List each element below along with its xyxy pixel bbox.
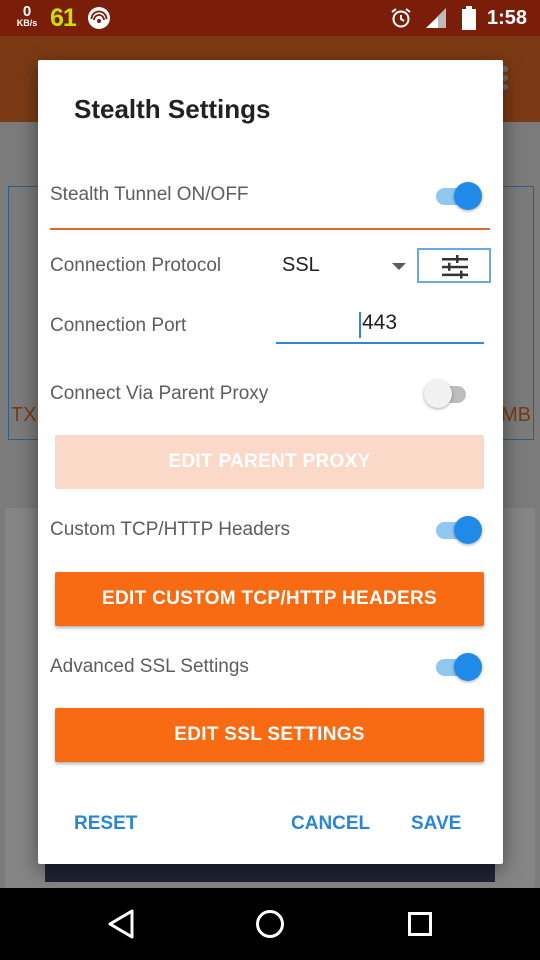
switch-thumb — [424, 380, 452, 408]
section-divider — [50, 228, 490, 230]
home-icon[interactable] — [256, 910, 284, 938]
connection-port-value: 443 — [362, 311, 398, 334]
battery-icon — [462, 6, 476, 30]
chevron-down-icon[interactable] — [392, 263, 406, 270]
edit-custom-headers-button[interactable]: EDIT CUSTOM TCP/HTTP HEADERS — [55, 572, 484, 626]
custom-headers-switch[interactable] — [434, 515, 484, 545]
edit-ssl-settings-button[interactable]: EDIT SSL SETTINGS — [55, 708, 484, 762]
back-icon[interactable] — [106, 908, 136, 940]
reset-button[interactable]: RESET — [74, 813, 137, 835]
switch-thumb — [454, 182, 482, 210]
network-speed-unit: KB/s — [16, 18, 38, 28]
stealth-tunnel-label: Stealth Tunnel ON/OFF — [50, 184, 249, 205]
background-tx-label: TX — [11, 404, 37, 426]
notification-count: 61 — [50, 4, 77, 32]
alarm-icon — [390, 7, 412, 29]
background-mb-label: MB — [501, 404, 531, 426]
cancel-button[interactable]: CANCEL — [291, 813, 370, 835]
status-bar: 0 KB/s 61 1:58 — [0, 0, 540, 36]
dialog-title: Stealth Settings — [74, 94, 271, 124]
connection-port-input[interactable]: 443 — [276, 310, 484, 344]
parent-proxy-switch[interactable] — [424, 379, 474, 409]
tune-icon — [442, 255, 468, 279]
clock: 1:58 — [487, 7, 528, 29]
switch-thumb — [454, 653, 482, 681]
overflow-menu-icon — [502, 66, 510, 92]
signal-icon — [424, 7, 448, 29]
protocol-select[interactable]: SSL — [282, 254, 320, 277]
save-button[interactable]: SAVE — [411, 813, 461, 835]
edit-parent-proxy-button[interactable]: EDIT PARENT PROXY — [55, 435, 484, 489]
parent-proxy-label: Connect Via Parent Proxy — [50, 383, 269, 404]
stealth-tunnel-switch[interactable] — [434, 181, 484, 211]
custom-headers-label: Custom TCP/HTTP Headers — [50, 519, 291, 540]
connection-protocol-label: Connection Protocol — [50, 255, 222, 276]
advanced-ssl-switch[interactable] — [434, 652, 484, 682]
stealth-settings-dialog: Stealth Settings Stealth Tunnel ON/OFF C… — [38, 60, 503, 864]
protocol-settings-button[interactable] — [417, 248, 491, 283]
text-cursor — [359, 312, 361, 338]
recents-icon[interactable] — [408, 912, 432, 936]
advanced-ssl-label: Advanced SSL Settings — [50, 656, 249, 677]
hotspot-icon — [88, 7, 110, 29]
connection-port-label: Connection Port — [50, 315, 187, 336]
network-speed-value: 0 — [22, 3, 32, 20]
switch-thumb — [454, 516, 482, 544]
network-speed: 0 KB/s — [13, 4, 41, 28]
background-banner — [45, 862, 495, 882]
